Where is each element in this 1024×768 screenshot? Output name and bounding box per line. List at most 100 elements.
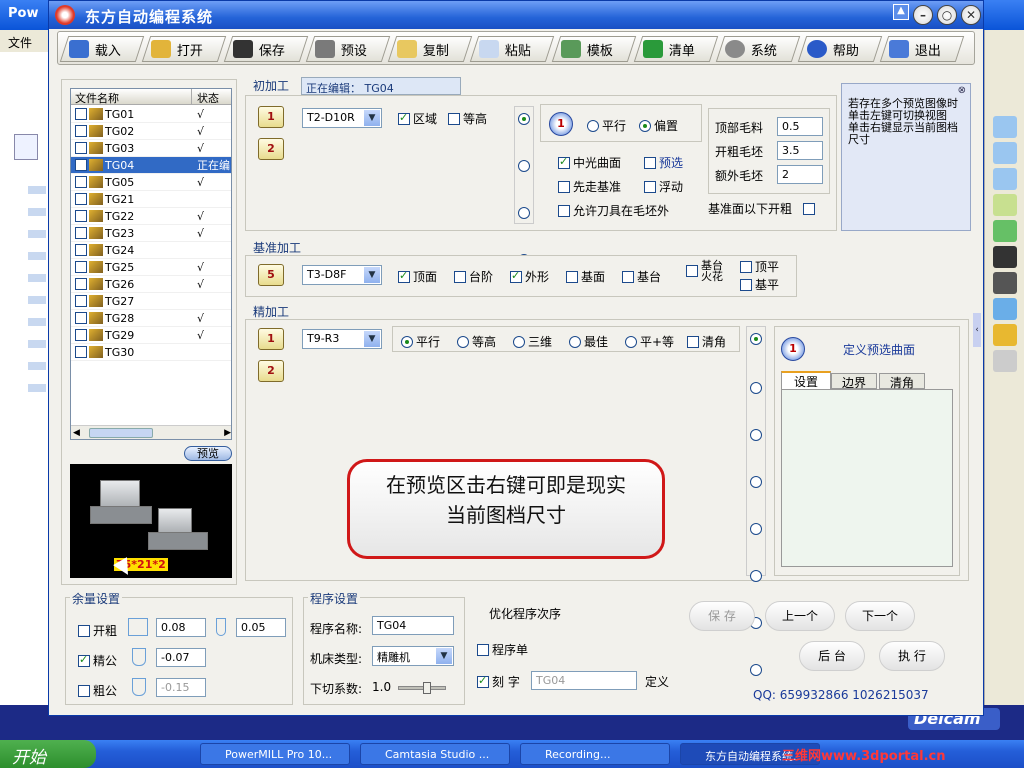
chk-area-box[interactable] <box>398 111 410 125</box>
chk-base-spark[interactable]: 基台 火花 <box>686 260 723 282</box>
file-row[interactable]: TG27 <box>71 293 231 310</box>
rough-stock-input[interactable]: 3.5 <box>777 141 823 160</box>
horizontal-scrollbar[interactable]: ◀ ▶ <box>71 425 231 439</box>
finish-side-radio-8[interactable] <box>750 664 762 676</box>
chk-below-base-box[interactable] <box>803 202 816 215</box>
chk-outline-box[interactable] <box>510 269 522 283</box>
toolbar-list-button[interactable]: 清单 <box>633 36 719 62</box>
toolbar-exit-button[interactable]: 退出 <box>879 36 965 62</box>
finish-radio-optimal-dot[interactable] <box>569 335 581 348</box>
chk-area[interactable]: 区域 <box>398 110 437 127</box>
chk-engrave[interactable]: 刻 字 <box>477 673 520 690</box>
finish-side-radio-4[interactable] <box>750 476 762 488</box>
file-row-checkbox[interactable] <box>75 176 87 188</box>
feed-factor-slider[interactable] <box>398 682 446 694</box>
cube-side-icon[interactable] <box>992 168 1017 190</box>
chk-clear-corner[interactable]: 清角 <box>687 333 726 350</box>
column-file-name[interactable]: 文件名称 <box>75 90 119 106</box>
pin-icon[interactable]: ▲ <box>893 4 909 20</box>
chk-base-first[interactable]: 先走基准 <box>558 178 621 195</box>
base-step-icon[interactable]: 5 <box>258 264 284 286</box>
finish-radio-3d[interactable]: 三维 <box>513 333 552 350</box>
sphere-icon[interactable] <box>992 324 1017 346</box>
chk-allow-outside[interactable]: 允许刀具在毛坯外 <box>558 202 669 219</box>
file-row[interactable]: TG01 √ <box>71 106 231 123</box>
globe-icon[interactable] <box>992 350 1017 372</box>
rough-radio-1[interactable] <box>518 113 530 125</box>
finish-radio-flat-contour-dot[interactable] <box>625 335 637 348</box>
program-name-input[interactable]: TG04 <box>372 616 454 635</box>
finish-radio-contour[interactable]: 等高 <box>457 333 496 350</box>
block-icon[interactable] <box>992 298 1017 320</box>
top-stock-input[interactable]: 0.5 <box>777 117 823 136</box>
file-row[interactable]: TG22 √ <box>71 208 231 225</box>
refresh-icon[interactable] <box>992 220 1017 242</box>
rough-allowance-2[interactable]: 0.05 <box>236 618 286 637</box>
background-menu-file[interactable]: 文件 <box>0 30 50 52</box>
scroll-right-icon[interactable]: ▶ <box>224 428 231 438</box>
chk-coarse-allowance[interactable]: 粗公 <box>78 682 117 699</box>
chk-base-flat[interactable]: 基平 <box>740 276 779 293</box>
next-button[interactable]: 下一个 <box>845 601 915 631</box>
preview-button[interactable]: 预览 <box>184 446 232 461</box>
chk-base-step-box[interactable] <box>622 270 634 283</box>
shade-icon[interactable] <box>992 272 1017 294</box>
coarse-allowance-input[interactable]: -0.15 <box>156 678 206 697</box>
finish-radio-parallel-dot[interactable] <box>401 335 413 348</box>
file-row[interactable]: TG29 √ <box>71 327 231 344</box>
scroll-left-icon[interactable]: ◀ <box>73 428 80 438</box>
toolbar-preset-button[interactable]: 预设 <box>305 36 391 62</box>
cube-view-icon[interactable] <box>992 116 1017 138</box>
chk-center-box[interactable] <box>558 155 570 169</box>
background-explorer-tree[interactable] <box>0 52 50 712</box>
file-row-checkbox[interactable] <box>75 193 87 205</box>
close-button[interactable]: ✕ <box>961 5 981 25</box>
rough-allowance-1[interactable]: 0.08 <box>156 618 206 637</box>
chk-preselect[interactable]: 预选 <box>644 154 683 171</box>
finish-radio-flat-contour[interactable]: 平+等 <box>625 333 674 350</box>
chk-step-box[interactable] <box>454 270 466 283</box>
file-row-checkbox[interactable] <box>75 227 87 239</box>
preview-area[interactable]: 75*21*2 <box>70 464 232 578</box>
file-row[interactable]: TG21 <box>71 191 231 208</box>
file-row-checkbox[interactable] <box>75 329 87 341</box>
file-row-checkbox[interactable] <box>75 346 87 358</box>
finish-side-radio-5[interactable] <box>750 523 762 535</box>
chk-top-flat[interactable]: 顶平 <box>740 258 779 275</box>
base-tool-select[interactable]: T3-D8F ▼ <box>302 265 382 285</box>
radio-offset-dot[interactable] <box>639 119 651 132</box>
rough-tool-select[interactable]: T2-D10R ▼ <box>302 108 382 128</box>
file-row-checkbox[interactable] <box>75 210 87 222</box>
rough-step-1-icon[interactable]: 1 <box>258 106 284 128</box>
task-powermill[interactable]: PowerMILL Pro 10... <box>200 743 350 765</box>
radio-parallel[interactable]: 平行 <box>587 117 626 134</box>
file-row-checkbox[interactable] <box>75 312 87 324</box>
toolbar-system-button[interactable]: 系统 <box>715 36 801 62</box>
cube-front-icon[interactable] <box>992 142 1017 164</box>
chk-coarse-allowance-box[interactable] <box>78 684 90 697</box>
file-row-checkbox[interactable] <box>75 142 87 154</box>
chk-center-surface[interactable]: 中光曲面 <box>558 154 621 171</box>
chk-contour-box[interactable] <box>448 112 460 125</box>
background-run-button[interactable]: 后 台 <box>799 641 865 671</box>
chk-engrave-box[interactable] <box>477 674 489 688</box>
engrave-define-label[interactable]: 定义 <box>645 673 669 690</box>
minimize-button[interactable]: – <box>913 5 933 25</box>
previous-button[interactable]: 上一个 <box>765 601 835 631</box>
chk-base-surface-box[interactable] <box>566 270 578 283</box>
feed-slider-thumb[interactable] <box>423 682 431 694</box>
file-row[interactable]: TG03 √ <box>71 140 231 157</box>
file-row-checkbox[interactable] <box>75 261 87 273</box>
file-row[interactable]: TG25 √ <box>71 259 231 276</box>
task-recording[interactable]: Recording... <box>520 743 670 765</box>
rough-radio-2[interactable] <box>518 160 530 172</box>
tab-boundary[interactable]: 边界 <box>831 373 877 390</box>
finish-radio-3d-dot[interactable] <box>513 335 525 348</box>
tool-icon[interactable] <box>992 246 1017 268</box>
task-camtasia[interactable]: Camtasia Studio ... <box>360 743 510 765</box>
file-row-checkbox[interactable] <box>75 108 87 120</box>
chk-base-flat-box[interactable] <box>740 278 752 291</box>
chk-program-list-box[interactable] <box>477 643 489 656</box>
preselect-icon[interactable]: 1 <box>781 337 805 361</box>
file-row[interactable]: TG04 正在编 <box>71 157 231 174</box>
